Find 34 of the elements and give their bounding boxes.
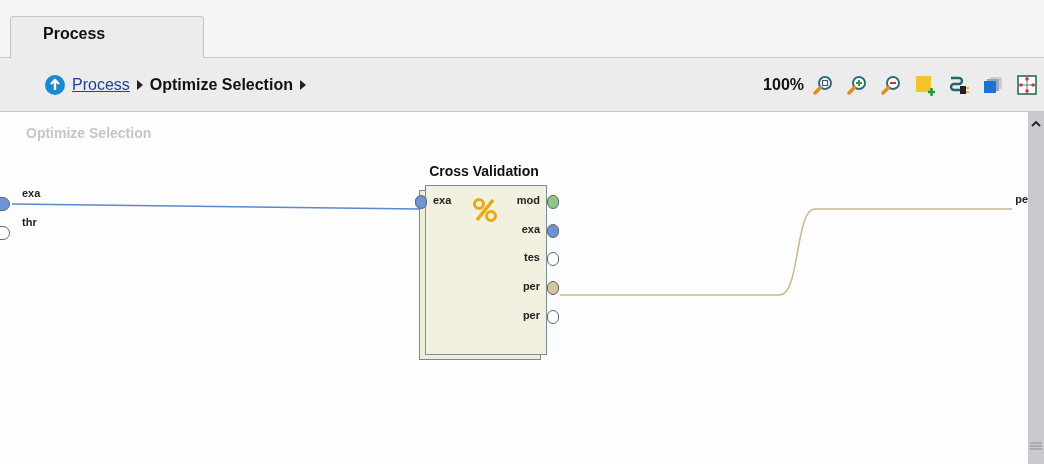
fit-frame-icon[interactable] xyxy=(1016,73,1038,96)
port-label: per xyxy=(522,309,540,321)
port-label: tes xyxy=(524,251,540,263)
add-note-icon[interactable] xyxy=(914,73,936,96)
port-label: thr xyxy=(22,216,37,228)
grip-icon[interactable] xyxy=(1030,442,1042,450)
zoom-in-icon[interactable] xyxy=(846,73,868,96)
port[interactable] xyxy=(415,195,427,209)
zoom-out-icon[interactable] xyxy=(880,73,902,96)
breadcrumb-arrow-icon[interactable] xyxy=(135,78,144,91)
port[interactable] xyxy=(0,226,10,240)
port[interactable] xyxy=(547,310,559,324)
process-tab[interactable]: Process xyxy=(10,16,204,58)
port-label: exa xyxy=(433,194,452,206)
port[interactable] xyxy=(547,252,559,266)
port-label: per xyxy=(522,280,540,292)
operator-title: Cross Validation xyxy=(428,163,540,179)
zoom-fit-icon[interactable] xyxy=(812,73,834,96)
scroll-up-icon[interactable] xyxy=(1031,120,1041,127)
port-label: pe xyxy=(1015,193,1028,205)
port-label: mod xyxy=(516,194,540,206)
port[interactable] xyxy=(547,281,559,295)
port-label: exa xyxy=(521,223,540,235)
zoom-level: 100% xyxy=(763,75,804,94)
percent-icon xyxy=(472,197,498,223)
breadcrumb-item: Optimize Selection xyxy=(149,75,293,94)
port[interactable] xyxy=(0,197,10,211)
breadcrumb-arrow-icon[interactable] xyxy=(298,78,307,91)
scrollbar[interactable] xyxy=(1028,112,1044,464)
breadcrumb-link[interactable]: Process xyxy=(72,75,130,94)
operator-box[interactable] xyxy=(425,185,547,355)
port[interactable] xyxy=(547,195,559,209)
port-label: exa xyxy=(22,187,41,199)
port[interactable] xyxy=(547,224,559,238)
